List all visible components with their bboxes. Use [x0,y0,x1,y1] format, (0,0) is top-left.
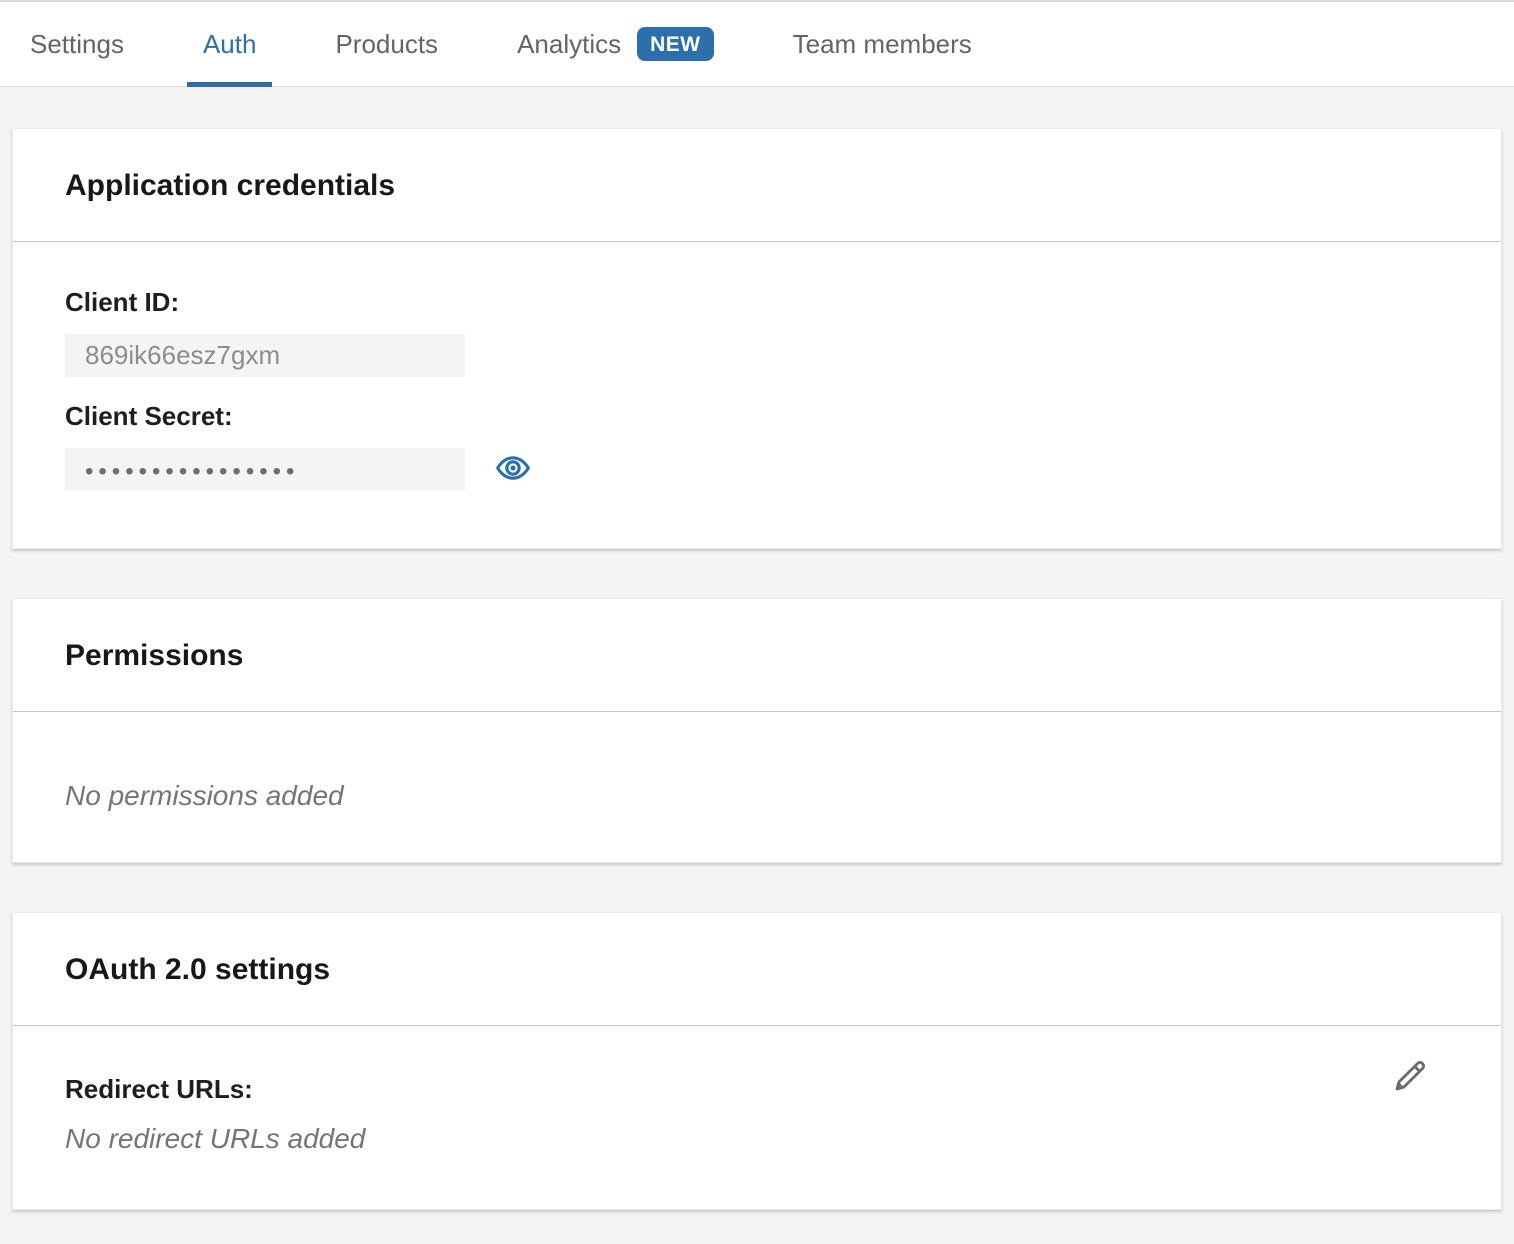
tab-team-members-label: Team members [793,29,972,60]
tab-products[interactable]: Products [319,2,454,86]
reveal-secret-button[interactable] [495,452,531,488]
no-permissions-text: No permissions added [65,780,1449,812]
tab-settings[interactable]: Settings [14,2,140,86]
oauth-settings-body: Redirect URLs: No redirect URLs added [13,1025,1501,1209]
tab-products-label: Products [335,29,438,60]
new-badge: NEW [637,27,714,61]
redirect-urls-label: Redirect URLs: [65,1074,1449,1105]
permissions-title: Permissions [13,599,1501,711]
tab-bar: Settings Auth Products Analytics NEW Tea… [0,0,1514,87]
client-secret-row [65,448,1449,491]
no-redirect-urls-text: No redirect URLs added [65,1123,1449,1155]
client-secret-label: Client Secret: [65,401,1449,432]
tab-auth-label: Auth [203,29,257,60]
application-credentials-title: Application credentials [13,129,1501,241]
application-credentials-card: Application credentials Client ID: Clien… [12,128,1502,549]
tab-analytics-label: Analytics [517,29,621,60]
permissions-body: No permissions added [13,711,1501,862]
tab-team-members[interactable]: Team members [777,2,988,86]
oauth-settings-card: OAuth 2.0 settings Redirect URLs: No red… [12,912,1502,1210]
permissions-card: Permissions No permissions added [12,598,1502,863]
pencil-icon [1390,1056,1430,1099]
tab-settings-label: Settings [30,29,124,60]
client-id-field[interactable] [65,334,465,377]
client-id-label: Client ID: [65,287,1449,318]
tab-auth[interactable]: Auth [187,2,273,86]
application-credentials-body: Client ID: Client Secret: [13,241,1501,548]
eye-icon [495,450,531,489]
page-content: Application credentials Client ID: Clien… [0,87,1514,1210]
edit-redirect-urls-button[interactable] [1389,1056,1431,1098]
tab-analytics[interactable]: Analytics NEW [501,2,730,86]
client-secret-field[interactable] [65,448,465,491]
oauth-settings-title: OAuth 2.0 settings [13,913,1501,1025]
